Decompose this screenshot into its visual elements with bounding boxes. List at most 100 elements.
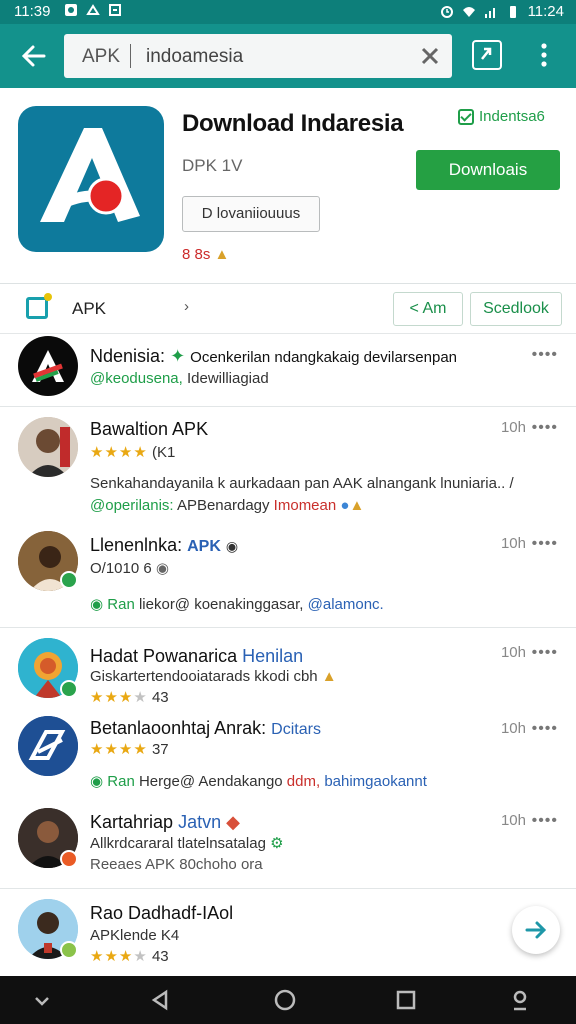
status-bar: 11:39 11:24	[0, 0, 576, 24]
item-time: 10h	[500, 644, 526, 661]
verified-badge-icon	[60, 680, 78, 698]
recents-square-icon[interactable]	[394, 988, 418, 1012]
diamond-icon: ◆	[226, 812, 240, 832]
forward-fab-button[interactable]	[512, 906, 560, 954]
list-item[interactable]: Rao Dadhadf-IAol APKlende K4 ★★★★ 43	[0, 889, 576, 976]
item-name: Llenenlnka:	[90, 535, 183, 555]
avatar	[18, 716, 78, 776]
more-horiz-icon[interactable]: ••••	[532, 535, 558, 553]
verified-badge: Indentsa6	[458, 108, 545, 125]
app-logo	[18, 106, 164, 252]
filter-chip-schedule[interactable]: Scedlook	[470, 292, 562, 326]
search-query: indoamesia	[146, 46, 244, 67]
item-tag: Jatvn	[178, 812, 222, 832]
item-footer-label: Ran	[107, 773, 135, 790]
arrow-right-icon	[525, 921, 547, 939]
item-time: 10h	[500, 812, 526, 829]
download-button[interactable]: Downloais	[416, 150, 560, 190]
more-horiz-icon[interactable]: ••••	[532, 346, 558, 364]
app-rating: 8 8s ▲	[182, 246, 229, 263]
more-horiz-icon[interactable]: ••••	[532, 419, 558, 437]
hands-icon: ▲	[321, 668, 337, 685]
item-name: Betanlaoonhtaj Anrak:	[90, 718, 267, 738]
list-item[interactable]: Kartahriap Jatvn ◆ Allkrdcararal tlateln…	[0, 802, 576, 888]
app-header-card: Download Indaresia DPK 1V D lovaniiouuus…	[0, 88, 576, 284]
item-body: Senkahandayanila k aurkadaan pan AAK aln…	[90, 475, 514, 492]
list-item[interactable]: Ndenisia: ✦ Ocenkerilan ndangkakaig devi…	[0, 334, 576, 406]
assistant-icon[interactable]	[508, 988, 532, 1012]
shield-check-icon: ◉	[90, 596, 104, 613]
item-name: Ndenisia:	[90, 346, 166, 366]
item-time: 10h	[500, 720, 526, 737]
verified-label: Indentsa6	[479, 108, 545, 125]
image-notification-icon	[65, 4, 77, 16]
filter-dropdown[interactable]: APK	[72, 299, 106, 319]
item-name: Kartahriap	[90, 812, 174, 832]
verified-badge-icon	[60, 850, 78, 868]
app-version: DPK 1V	[182, 156, 243, 175]
more-horiz-icon[interactable]: ••••	[532, 644, 558, 662]
item-sub: Giskartertendooiatarads kkodi cbh	[90, 668, 318, 685]
gear-icon: ⚙	[270, 835, 284, 852]
cloud-notification-icon	[86, 4, 100, 15]
app-title: Download Indaresia	[182, 110, 404, 137]
item-name: Bawaltion APK	[90, 419, 209, 439]
filter-chip-am[interactable]: < Am	[393, 292, 463, 326]
item-mention[interactable]: @keodusena,	[90, 370, 183, 387]
leaf-icon: ✦	[170, 346, 186, 366]
hands-icon: ▲	[349, 497, 365, 514]
avatar	[18, 336, 78, 396]
list-item[interactable]: Llenenlnka: APK ◉ O/1010 6 ◉ ◉ Ran lieko…	[0, 523, 576, 627]
list-item[interactable]: Bawaltion APK ★★★★ (K1 Senkahandayanila …	[0, 407, 576, 523]
back-arrow-icon[interactable]	[18, 40, 50, 72]
verified-badge-icon	[60, 941, 78, 959]
clear-icon[interactable]	[420, 46, 440, 66]
more-horiz-icon[interactable]: ••••	[532, 812, 558, 830]
item-footer-label: Ran	[107, 596, 135, 613]
rating-count: (K1	[151, 444, 176, 461]
star-rating: ★★★★	[90, 444, 148, 461]
share-icon[interactable]	[472, 40, 502, 70]
item-tag: Henilan	[242, 646, 304, 666]
verified-check-icon	[458, 108, 474, 125]
tag-icon	[26, 293, 52, 319]
verified-badge-icon	[60, 571, 78, 589]
list-item[interactable]: Hadat Powanarica Henilan Giskartertendoo…	[0, 628, 576, 706]
item-sub: APKlende K4	[90, 927, 180, 944]
rating-count: 43	[151, 948, 169, 965]
navigation-bar	[0, 976, 576, 1024]
item-name: Rao Dadhadf-IAol	[90, 903, 234, 923]
app-notification-icon	[109, 4, 121, 16]
item-mention[interactable]: @operilanis:	[90, 497, 174, 514]
item-footer: liekor@ koenakinggasar,	[134, 596, 304, 613]
item-tags: APBenardagy	[173, 497, 270, 514]
item-name: Hadat Powanarica	[90, 646, 238, 666]
item-mention[interactable]: @alamonc.	[303, 596, 384, 613]
back-triangle-icon[interactable]	[148, 988, 172, 1012]
item-name-extra: Ocenkerilan ndangkakaig devilarsenpan	[190, 349, 458, 366]
chevron-down-icon[interactable]	[30, 988, 54, 1012]
more-vert-icon[interactable]	[536, 42, 552, 68]
chevron-down-icon[interactable]: ›	[184, 298, 189, 315]
item-sub: Allkrdcararal tlatelnsatalag	[90, 835, 266, 852]
item-tag-highlight: ddm,	[282, 773, 321, 790]
home-circle-icon[interactable]	[273, 988, 297, 1012]
wifi-icon	[462, 6, 475, 17]
status-time: 11:39	[14, 3, 51, 20]
developer-button[interactable]: D lovaniiouuus	[182, 196, 320, 232]
status-time-right: 11:24	[527, 3, 564, 20]
item-mention[interactable]: bahimgaokannt	[320, 773, 427, 790]
more-horiz-icon[interactable]: ••••	[532, 720, 558, 738]
list-item[interactable]: Betanlaoonhtaj Anrak: Dcitars ★★★★ 37 ◉ …	[0, 704, 576, 802]
app-rating-text: 8 8s	[182, 246, 211, 263]
star-rating: ★★★★	[90, 741, 148, 758]
item-footer: Reeaes APK 80choho ora	[90, 856, 263, 873]
item-sub: Idewilliagiad	[182, 370, 269, 387]
item-footer: Herge@ Aendakango	[134, 773, 283, 790]
star-rating: ★★★★	[90, 948, 148, 965]
verified-seal-icon: ◉	[155, 560, 169, 577]
rating-count: 37	[151, 741, 169, 758]
item-time: 10h	[500, 535, 526, 552]
search-input[interactable]: APK indoamesia	[64, 34, 452, 78]
avatar	[18, 417, 78, 477]
